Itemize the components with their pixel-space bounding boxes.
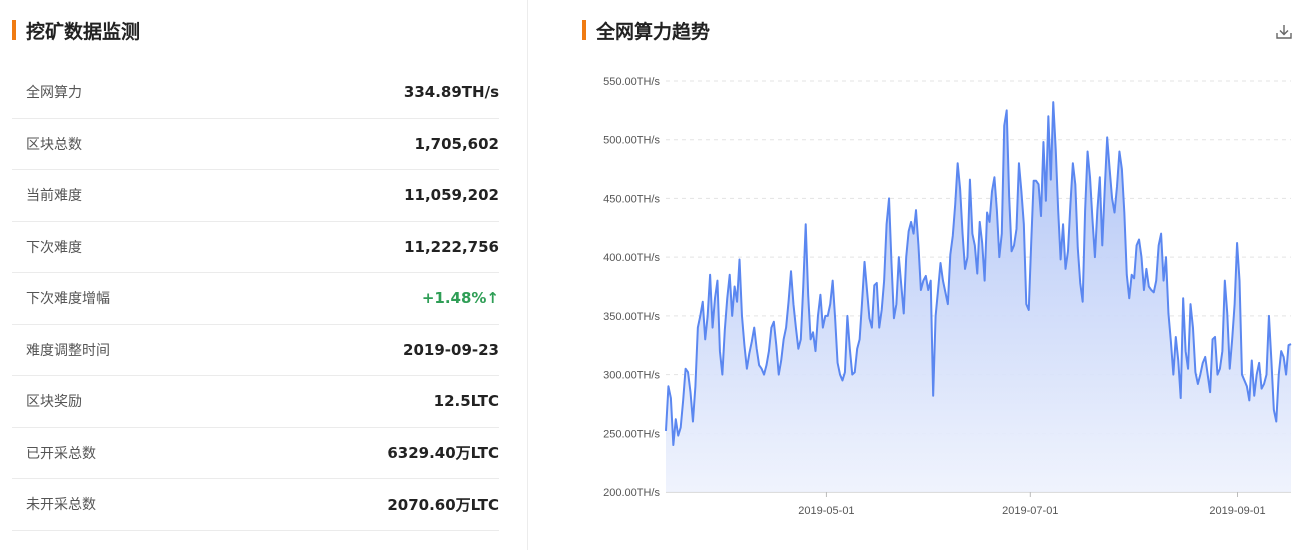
y-tick-label: 250.00TH/s [603, 428, 660, 440]
stat-label: 当前难度 [26, 188, 82, 205]
stat-value: 11,222,756 [404, 237, 499, 256]
hashrate-trend-panel: 全网算力趋势 200.00TH/s 250.00TH/s 300.00TH/s 350… [555, 0, 1302, 550]
stat-value: 334.89TH/s [403, 83, 499, 102]
y-tick-label: 350.00TH/s [603, 311, 660, 323]
y-tick-label: 450.00TH/s [603, 193, 660, 205]
stat-row-mined-total: 已开采总数 6329.40万LTC [12, 428, 499, 479]
stat-row-network-hashrate: 全网算力 334.89TH/s [12, 67, 499, 119]
y-tick-label: 400.00TH/s [603, 252, 660, 264]
title-accent-bar [12, 20, 16, 40]
stat-label: 下次难度 [26, 239, 82, 256]
stat-row-block-count: 区块总数 1,705,602 [12, 119, 499, 170]
title-accent-bar [582, 20, 586, 40]
stat-label: 难度调整时间 [26, 342, 110, 359]
hashrate-area-chart: 200.00TH/s 250.00TH/s 300.00TH/s 350.00TH/s… [603, 76, 1292, 517]
y-tick-label: 200.00TH/s [603, 487, 660, 499]
stats-list: 全网算力 334.89TH/s 区块总数 1,705,602 当前难度 11,0… [12, 67, 499, 531]
stat-row-unmined-total: 未开采总数 2070.60万LTC [12, 479, 499, 531]
x-tick-label: 2019-09-01 [1209, 505, 1265, 517]
stat-value: 2070.60万LTC [387, 495, 499, 514]
stat-label: 已开采总数 [26, 445, 96, 462]
y-tick-label: 500.00TH/s [603, 135, 660, 147]
stat-row-next-difficulty: 下次难度 11,222,756 [12, 222, 499, 273]
mining-stats-header: 挖矿数据监测 [12, 16, 140, 44]
hashrate-trend-title: 全网算力趋势 [596, 20, 711, 43]
stat-row-block-reward: 区块奖励 12.5LTC [12, 376, 499, 428]
x-tick-label: 2019-05-01 [798, 505, 854, 517]
x-tick-label: 2019-07-01 [1002, 505, 1058, 517]
stat-row-adjust-time: 难度调整时间 2019-09-23 [12, 325, 499, 376]
stat-label: 未开采总数 [26, 497, 96, 514]
stat-value: 2019-09-23 [403, 340, 499, 359]
stat-label: 区块奖励 [26, 394, 82, 411]
panel-divider [527, 0, 528, 550]
y-tick-label: 550.00TH/s [603, 76, 660, 88]
hashrate-area-fill [666, 102, 1291, 492]
stat-value: 12.5LTC [433, 392, 499, 411]
stat-value-positive: +1.48%↑ [421, 289, 499, 308]
y-tick-label: 300.00TH/s [603, 370, 660, 382]
stat-label: 全网算力 [26, 85, 82, 102]
hashrate-trend-header: 全网算力趋势 [582, 16, 710, 44]
stat-value: 11,059,202 [404, 186, 499, 205]
download-icon[interactable] [1274, 22, 1294, 42]
stat-label: 下次难度增幅 [26, 291, 110, 308]
mining-stats-panel: 挖矿数据监测 全网算力 334.89TH/s 区块总数 1,705,602 当前… [0, 0, 527, 550]
stat-row-current-difficulty: 当前难度 11,059,202 [12, 170, 499, 222]
stat-row-difficulty-change: 下次难度增幅 +1.48%↑ [12, 273, 499, 325]
stat-value: 6329.40万LTC [387, 444, 499, 463]
mining-stats-title: 挖矿数据监测 [26, 20, 141, 43]
stat-value: 1,705,602 [414, 134, 499, 153]
stat-label: 区块总数 [26, 136, 82, 153]
